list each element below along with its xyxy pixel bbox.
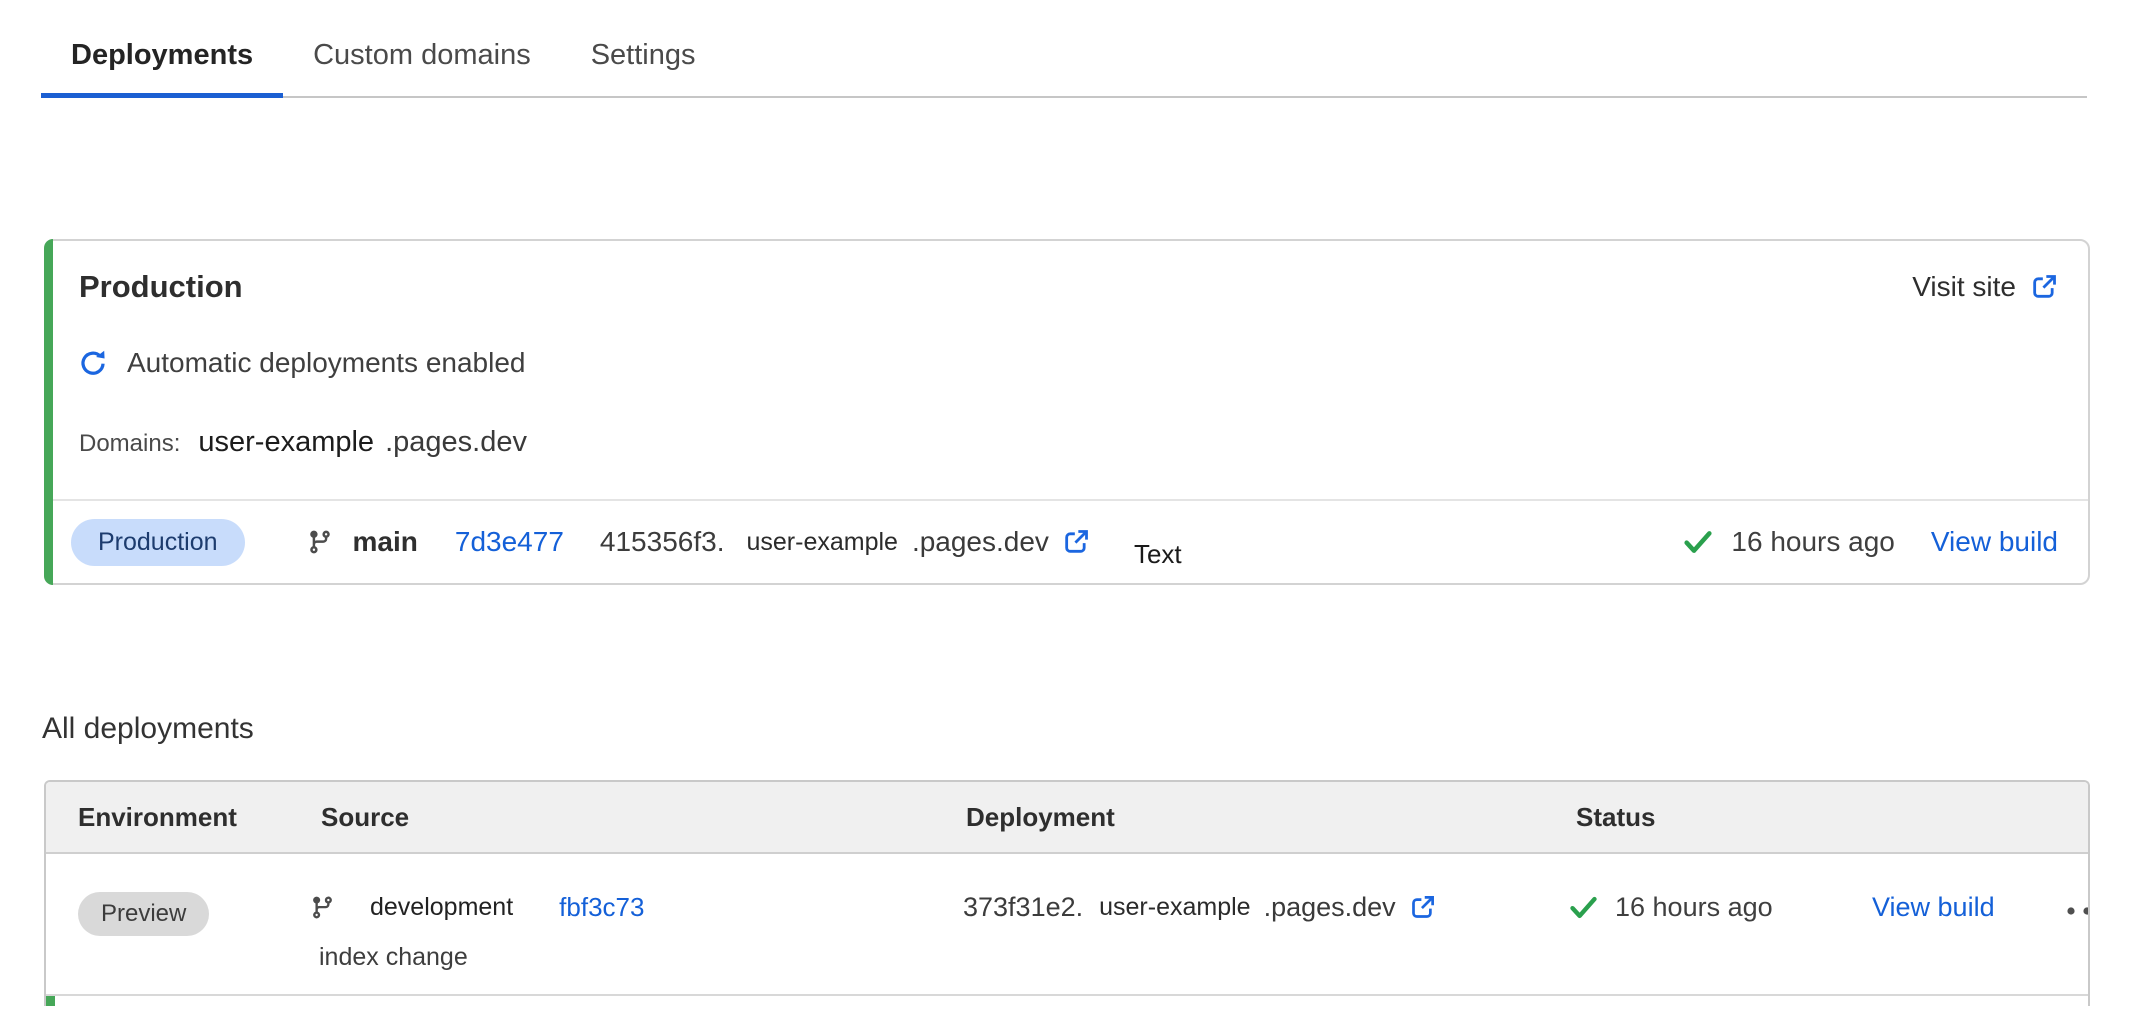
table-row: Preview development fbf3c73 index change… bbox=[46, 854, 2088, 996]
domain-name: user-example bbox=[198, 426, 374, 459]
refresh-icon bbox=[79, 349, 107, 377]
deployment-domain-suffix: .pages.dev bbox=[912, 526, 1049, 558]
production-card: Production Visit site Automatic deployme… bbox=[44, 239, 2090, 585]
environment-badge-production: Production bbox=[71, 519, 245, 566]
column-header-status: Status bbox=[1532, 802, 1828, 833]
tab-custom-domains[interactable]: Custom domains bbox=[283, 26, 561, 96]
text-annotation: Text bbox=[1134, 539, 1182, 570]
production-title: Production bbox=[79, 269, 243, 305]
visit-site-link[interactable]: Visit site bbox=[1912, 271, 2058, 303]
tab-settings[interactable]: Settings bbox=[561, 26, 726, 96]
view-build-link[interactable]: View build bbox=[1931, 526, 2058, 558]
domains-label: Domains: bbox=[79, 430, 180, 458]
auto-deployments-text: Automatic deployments enabled bbox=[127, 347, 525, 379]
deployment-id: 373f31e2. bbox=[963, 892, 1083, 923]
domain-suffix: .pages.dev bbox=[385, 426, 527, 459]
success-check-icon bbox=[1682, 526, 1714, 558]
next-row-accent bbox=[46, 996, 55, 1006]
tab-bar: Deployments Custom domains Settings bbox=[41, 0, 2087, 98]
environment-badge-preview: Preview bbox=[78, 892, 209, 936]
tab-deployments[interactable]: Deployments bbox=[41, 26, 283, 96]
git-branch-icon bbox=[310, 895, 335, 920]
commit-message: index change bbox=[319, 943, 922, 972]
deployment-time: 16 hours ago bbox=[1615, 892, 1773, 923]
deployment-time: 16 hours ago bbox=[1731, 526, 1894, 558]
branch-name: main bbox=[353, 526, 418, 558]
column-header-deployment: Deployment bbox=[922, 802, 1532, 833]
column-header-environment: Environment bbox=[46, 802, 277, 833]
deployments-table: Environment Source Deployment Status Pre… bbox=[44, 780, 2090, 1006]
external-link-icon[interactable] bbox=[1062, 528, 1090, 556]
view-build-link[interactable]: View build bbox=[1872, 892, 1995, 922]
deployment-domain: user-example bbox=[746, 528, 897, 557]
deployment-id: 415356f3. bbox=[600, 526, 725, 558]
production-deployment-row: Production main 7d3e477 415356f3. user-e… bbox=[46, 499, 2088, 583]
commit-link[interactable]: fbf3c73 bbox=[559, 892, 644, 923]
column-header-source: Source bbox=[277, 802, 922, 833]
deployment-domain: user-example bbox=[1099, 893, 1250, 922]
production-accent-bar bbox=[44, 239, 53, 585]
visit-site-label: Visit site bbox=[1912, 271, 2016, 303]
commit-link[interactable]: 7d3e477 bbox=[455, 526, 564, 558]
external-link-icon[interactable] bbox=[1409, 894, 1436, 921]
git-branch-icon bbox=[307, 529, 333, 555]
table-header: Environment Source Deployment Status bbox=[46, 782, 2088, 854]
row-menu-button[interactable] bbox=[2022, 892, 2090, 916]
all-deployments-heading: All deployments bbox=[42, 712, 2132, 746]
success-check-icon bbox=[1568, 892, 1599, 923]
branch-name: development bbox=[370, 893, 513, 922]
ellipsis-icon bbox=[2066, 906, 2090, 916]
deployment-domain-suffix: .pages.dev bbox=[1264, 892, 1396, 923]
external-link-icon bbox=[2030, 273, 2058, 301]
